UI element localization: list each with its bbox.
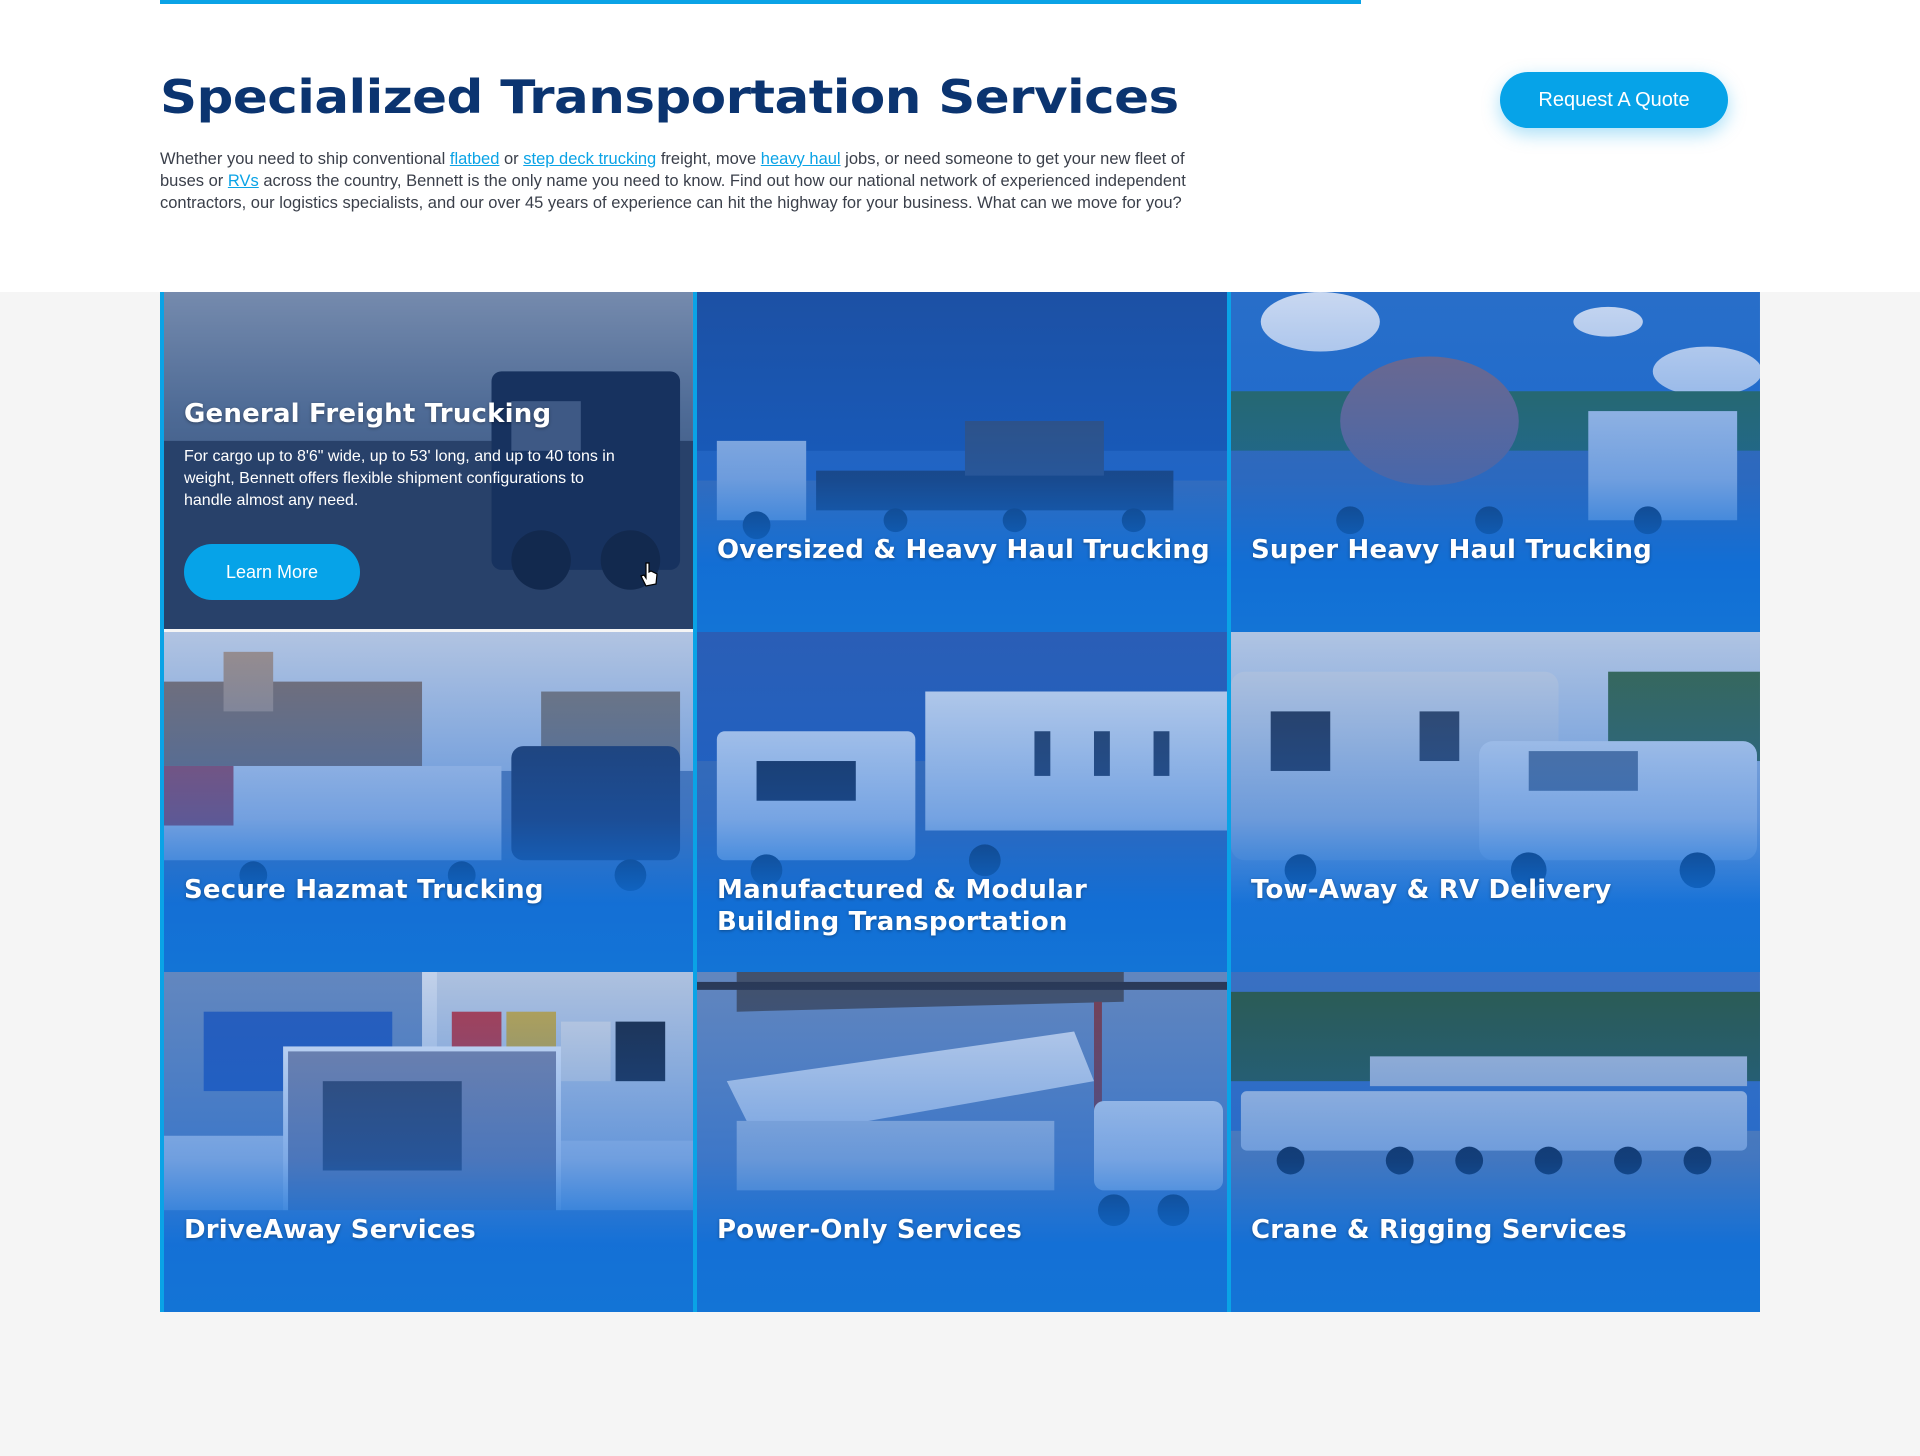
intro-section: Specialized Transportation Services Requ…: [0, 0, 1920, 292]
card-overlay: [697, 972, 1227, 1312]
card-overlay: [164, 632, 693, 972]
request-quote-button[interactable]: Request A Quote: [1500, 72, 1728, 128]
card-title: Crane & Rigging Services: [1251, 1215, 1627, 1245]
card-title: General Freight Trucking: [184, 399, 552, 429]
service-card-super-heavy-haul[interactable]: Super Heavy Haul Trucking: [1227, 292, 1760, 632]
card-title: Secure Hazmat Trucking: [184, 875, 544, 905]
intro-text: across the country, Bennett is the only …: [160, 172, 1186, 212]
service-card-oversized-heavy-haul[interactable]: Oversized & Heavy Haul Trucking: [693, 292, 1227, 632]
service-card-tow-away-rv[interactable]: Tow-Away & RV Delivery: [1227, 632, 1760, 972]
service-card-general-freight[interactable]: General Freight Trucking For cargo up to…: [160, 292, 693, 632]
hand-cursor-icon: [640, 562, 658, 587]
intro-text: or: [499, 150, 524, 168]
card-overlay: [164, 972, 693, 1312]
flatbed-link[interactable]: flatbed: [450, 150, 500, 168]
learn-more-button[interactable]: Learn More: [184, 544, 360, 600]
card-title: Tow-Away & RV Delivery: [1251, 875, 1612, 905]
card-title: Super Heavy Haul Trucking: [1251, 535, 1652, 565]
service-card-power-only[interactable]: Power-Only Services: [693, 972, 1227, 1312]
card-title: Manufactured & Modular Building Transpor…: [717, 875, 1088, 937]
service-card-secure-hazmat[interactable]: Secure Hazmat Trucking: [160, 632, 693, 972]
intro-text: freight, move: [656, 150, 761, 168]
heavy-haul-link[interactable]: heavy haul: [761, 150, 841, 168]
intro-paragraph: Whether you need to ship conventional fl…: [160, 148, 1220, 214]
services-grid: General Freight Trucking For cargo up to…: [160, 292, 1760, 1312]
step-deck-trucking-link[interactable]: step deck trucking: [523, 150, 656, 168]
card-title: DriveAway Services: [184, 1215, 476, 1245]
card-title: Oversized & Heavy Haul Trucking: [717, 535, 1210, 565]
service-card-driveaway[interactable]: DriveAway Services: [160, 972, 693, 1312]
intro-text: Whether you need to ship conventional: [160, 150, 450, 168]
top-accent-rule: [160, 0, 1361, 4]
card-overlay: [1231, 632, 1760, 972]
card-overlay: [697, 292, 1227, 632]
card-description: For cargo up to 8'6" wide, up to 53' lon…: [184, 448, 615, 509]
page-title: Specialized Transportation Services: [160, 70, 1179, 124]
service-card-manufactured-modular[interactable]: Manufactured & Modular Building Transpor…: [693, 632, 1227, 972]
rvs-link[interactable]: RVs: [228, 172, 259, 190]
card-title: Power-Only Services: [717, 1215, 1023, 1245]
service-card-crane-rigging[interactable]: Crane & Rigging Services: [1227, 972, 1760, 1312]
card-overlay: [1231, 292, 1760, 632]
card-overlay: [1231, 972, 1760, 1312]
